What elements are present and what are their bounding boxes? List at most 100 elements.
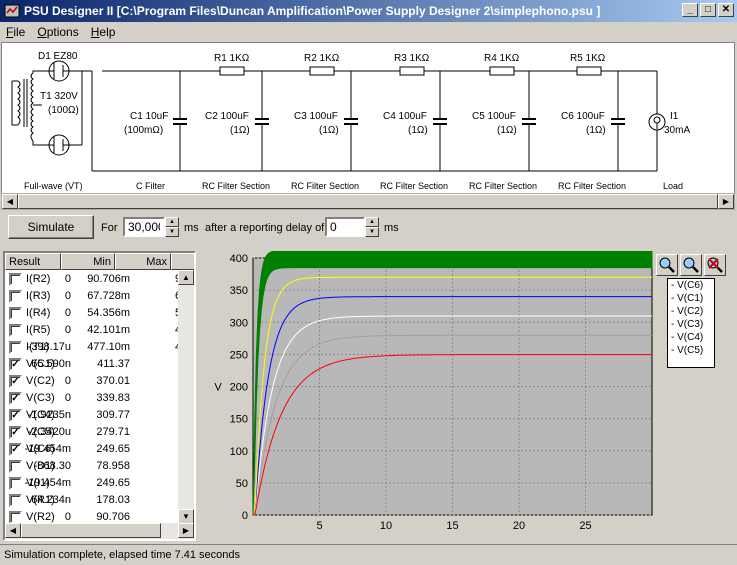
result-row[interactable]: I(R4)054.356m54 (5, 305, 187, 322)
resistor-r4[interactable] (489, 66, 515, 76)
legend-item[interactable]: - V(C2) (668, 305, 714, 318)
minimize-button[interactable]: _ (682, 3, 698, 17)
header-max[interactable]: Max (115, 253, 171, 270)
result-row[interactable]: I(R5)042.101m42 (5, 322, 187, 339)
header-min[interactable]: Min (61, 253, 115, 270)
result-row[interactable]: V(I1) -19.454m 249.65 (5, 475, 185, 492)
result-checkbox[interactable]: ✓ (9, 392, 22, 405)
capacitor-c6[interactable] (611, 71, 625, 171)
scroll-right-button[interactable]: ▶ (718, 194, 734, 209)
result-max: 309.77 (96, 409, 130, 421)
resistor-r3[interactable] (399, 66, 425, 76)
legend-item[interactable]: - V(C3) (668, 318, 714, 331)
zoom-out-button[interactable] (680, 254, 702, 276)
result-checkbox[interactable] (9, 460, 22, 473)
resistor-r1[interactable] (219, 66, 245, 76)
result-checkbox[interactable] (9, 273, 22, 286)
duration-input[interactable] (123, 217, 165, 237)
header-result[interactable]: Result (5, 253, 61, 270)
spin-down-icon[interactable]: ▼ (165, 227, 179, 237)
legend-item[interactable]: - V(C5) (668, 344, 714, 357)
c1-label: C1 10uF (130, 111, 168, 122)
delay-spinner[interactable]: ▲ ▼ (365, 217, 379, 237)
scroll-left-button[interactable]: ◀ (5, 523, 21, 538)
result-checkbox[interactable]: ✓ (9, 358, 22, 371)
legend-label: V(C3) (677, 319, 704, 330)
result-row[interactable]: ✓ V(C3) 0 339.83 (5, 390, 185, 407)
d1-label: D1 EZ80 (38, 51, 78, 62)
spin-up-icon[interactable]: ▲ (165, 217, 179, 227)
result-row[interactable]: I(R3)067.728m67 (5, 288, 187, 305)
y-tick-label: 350 (230, 285, 248, 297)
menu-file[interactable]: File (6, 25, 25, 39)
delay-input[interactable] (325, 217, 365, 237)
capacitor-c3[interactable] (344, 71, 358, 171)
ms-label-2: ms (384, 222, 399, 234)
result-row[interactable]: ✓ V(C5) -2.3420u 279.71 (5, 424, 185, 441)
scroll-right-button[interactable]: ▶ (178, 523, 194, 538)
schematic-canvas[interactable]: D1 EZ80 T1 320V (100Ω) R1 1KΩ R2 1KΩ R3 … (1, 42, 735, 194)
result-row[interactable]: V(R1) 64.234n 178.03 (5, 492, 185, 509)
result-checkbox[interactable] (9, 307, 22, 320)
result-row[interactable]: V(D1) -868.30 78.958 (5, 458, 185, 475)
window-title: PSU Designer II [C:\Program Files\Duncan… (24, 4, 601, 18)
resistor-r5[interactable] (576, 66, 602, 76)
duration-spinner[interactable]: ▲ ▼ (165, 217, 179, 237)
r3-label: R3 1KΩ (394, 53, 430, 64)
result-checkbox[interactable]: ✓ (9, 443, 22, 456)
result-checkbox[interactable] (9, 290, 22, 303)
scroll-thumb[interactable] (18, 194, 718, 209)
current-load-symbol[interactable] (648, 113, 666, 131)
result-checkbox[interactable]: ✓ (9, 409, 22, 422)
rectifier-tube-top[interactable] (42, 60, 82, 82)
legend-item[interactable]: - V(C6) (668, 279, 714, 292)
y-axis-label: V (214, 382, 222, 394)
result-row[interactable]: ✓ V(C6) -19.454m 249.65 (5, 441, 185, 458)
scroll-up-button[interactable]: ▲ (178, 270, 194, 285)
transformer-symbol[interactable] (11, 70, 42, 146)
close-button[interactable]: ✕ (718, 3, 734, 17)
scroll-down-button[interactable]: ▼ (178, 509, 194, 524)
t1-resistance: (100Ω) (48, 105, 79, 116)
result-checkbox[interactable] (9, 477, 22, 490)
result-checkbox[interactable] (9, 341, 22, 354)
simulate-button[interactable]: Simulate (8, 215, 94, 239)
scroll-left-button[interactable]: ◀ (2, 194, 18, 209)
zoom-reset-button[interactable] (704, 254, 726, 276)
legend-item[interactable]: - V(C1) (668, 292, 714, 305)
resistor-r2[interactable] (309, 66, 335, 76)
result-row[interactable]: ✓ V(C1) 65.590n 411.37 (5, 356, 185, 373)
result-row[interactable]: ✓ V(C2) 0 370.01 (5, 373, 185, 390)
chart-legend[interactable]: - V(C6) - V(C1) - V(C2) - V(C3) - V(C4) - V(C… (667, 278, 715, 368)
result-checkbox[interactable] (9, 494, 22, 507)
result-checkbox[interactable] (9, 324, 22, 337)
capacitor-c1[interactable] (173, 71, 187, 171)
result-checkbox[interactable]: ✓ (9, 375, 22, 388)
legend-item[interactable]: - V(C4) (668, 331, 714, 344)
result-checkbox[interactable]: ✓ (9, 426, 22, 439)
schematic-horizontal-scrollbar[interactable]: ◀ ▶ (1, 193, 735, 210)
capacitor-c2[interactable] (255, 71, 269, 171)
results-list[interactable]: Result Min Max I(R2)090.706m90I(R3)067.7… (3, 251, 196, 541)
capacitor-c4[interactable] (433, 71, 447, 171)
result-row[interactable]: I(T1)-398.17u477.10m47 (5, 339, 187, 356)
voltage-chart[interactable]: 5 10 15 20 25050100150200250300350400V (200, 250, 670, 541)
result-min: -19.454m (24, 477, 71, 489)
arrow-right-icon: ▶ (722, 197, 730, 206)
zoom-in-button[interactable] (656, 254, 678, 276)
result-row[interactable]: ✓ V(C4) -1.9235n 309.77 (5, 407, 185, 424)
scroll-thumb[interactable] (21, 523, 161, 538)
results-vertical-scrollbar[interactable]: ▲ ▼ (178, 270, 194, 524)
legend-label: V(C4) (677, 332, 704, 343)
capacitor-c5[interactable] (522, 71, 536, 171)
result-name: I(R2) (26, 273, 51, 285)
menu-help[interactable]: Help (91, 25, 116, 39)
spin-down-icon[interactable]: ▼ (365, 227, 379, 237)
maximize-button[interactable]: □ (700, 3, 716, 17)
results-horizontal-scrollbar[interactable]: ◀ ▶ (5, 523, 194, 539)
menu-options[interactable]: Options (37, 25, 78, 39)
status-text: Simulation complete, elapsed time 7.41 s… (4, 548, 241, 561)
result-row[interactable]: I(R2)090.706m90 (5, 271, 187, 288)
spin-up-icon[interactable]: ▲ (365, 217, 379, 227)
header-extra[interactable] (171, 253, 194, 270)
